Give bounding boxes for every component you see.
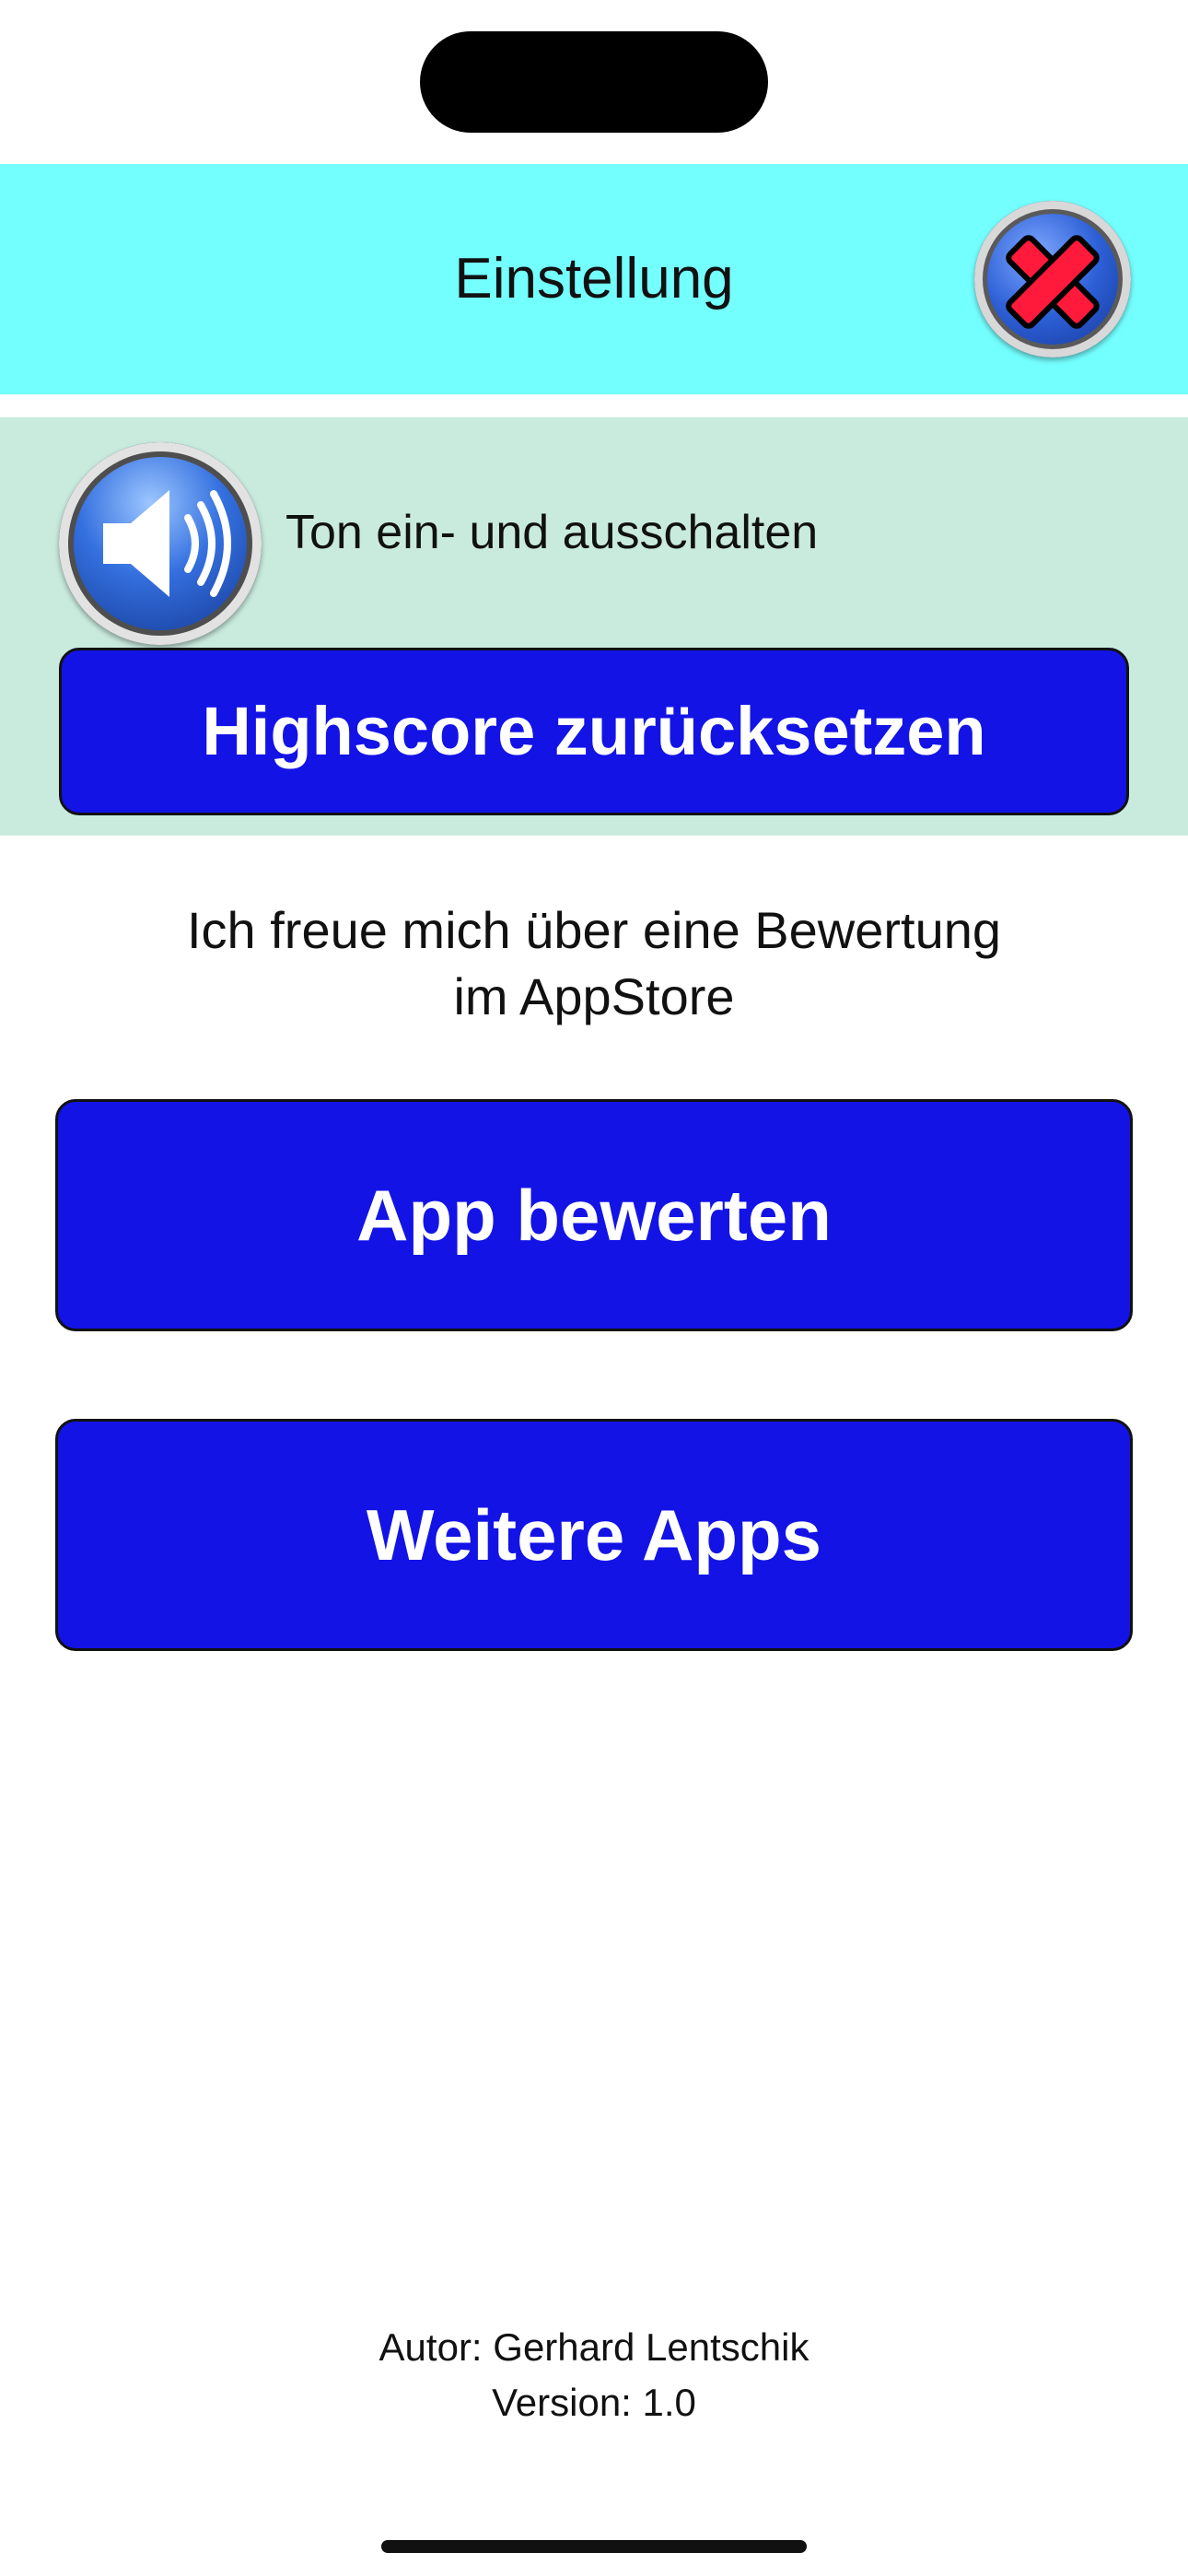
speaker-icon bbox=[103, 490, 231, 597]
author-text: Autor: Gerhard Lentschik bbox=[379, 2325, 809, 2369]
dynamic-island bbox=[420, 31, 768, 133]
close-x-icon bbox=[1006, 235, 1100, 329]
reset-highscore-button[interactable]: Highscore zurücksetzen bbox=[59, 648, 1129, 815]
close-button[interactable] bbox=[974, 201, 1131, 357]
home-indicator[interactable] bbox=[381, 2540, 807, 2553]
header-bar: Einstellung bbox=[0, 164, 1188, 394]
rating-message: Ich freue mich über eine Bewertung im Ap… bbox=[0, 897, 1188, 1030]
footer: Autor: Gerhard Lentschik Version: 1.0 bbox=[0, 2320, 1188, 2430]
rate-app-button[interactable]: App bewerten bbox=[55, 1099, 1133, 1331]
version-text: Version: 1.0 bbox=[492, 2381, 696, 2424]
sound-toggle-button[interactable] bbox=[59, 442, 262, 645]
rating-message-line1: Ich freue mich über eine Bewertung bbox=[186, 901, 1002, 959]
more-apps-button[interactable]: Weitere Apps bbox=[55, 1419, 1133, 1651]
settings-panel: Ton ein- und ausschalten Highscore zurüc… bbox=[0, 417, 1188, 836]
sound-toggle-label: Ton ein- und ausschalten bbox=[285, 506, 819, 559]
rating-message-line2: im AppStore bbox=[453, 967, 735, 1025]
settings-screen: Einstellung Ton ein- und ausschalten Hig… bbox=[0, 0, 1188, 2576]
